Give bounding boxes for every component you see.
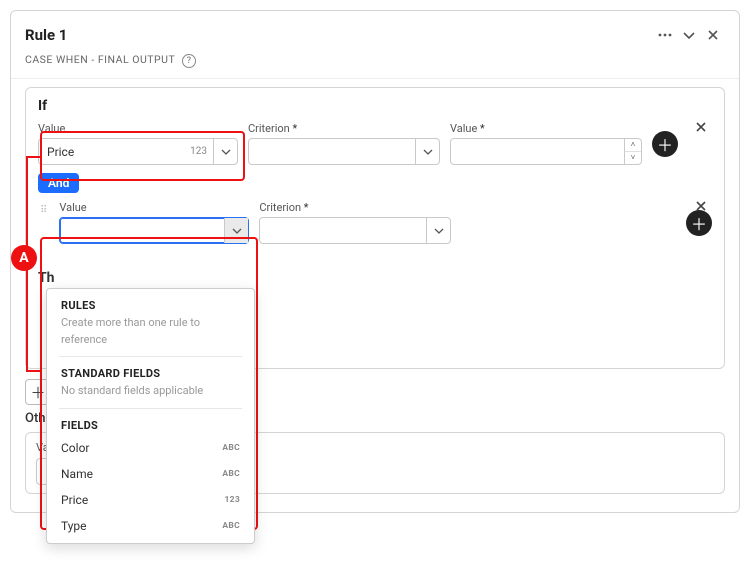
card-header: Rule 1: [11, 11, 739, 49]
value-dropdown[interactable]: Price 123: [38, 138, 238, 165]
rule-title: Rule 1: [25, 26, 67, 44]
condition-row: Value Price 123 Criterion Value: [38, 122, 712, 165]
dropdown-item[interactable]: Price123: [47, 487, 254, 513]
then-label: Th: [38, 270, 712, 286]
dropdown-hint: No standard fields applicable: [47, 383, 254, 408]
dropdown-section-fields: FIELDS: [47, 411, 254, 435]
dropdown-section-standard: STANDARD FIELDS: [47, 359, 254, 383]
collapse-button[interactable]: [677, 23, 701, 47]
value2-label: Value: [450, 122, 642, 135]
and-operator-button[interactable]: And: [38, 173, 79, 193]
criterion-dropdown[interactable]: [248, 138, 440, 165]
condition-row: ⠿ Value Criterion ＋: [38, 201, 712, 244]
criterion-label: Criterion: [248, 122, 440, 135]
close-button[interactable]: [701, 23, 725, 47]
remove-condition-button[interactable]: [694, 199, 712, 217]
chevron-down-icon[interactable]: [426, 218, 450, 243]
criterion-dropdown[interactable]: [259, 217, 451, 244]
chevron-down-icon[interactable]: [224, 218, 248, 243]
dropdown-section-rules: RULES: [47, 291, 254, 315]
if-section-title: If: [38, 98, 712, 114]
step-down-icon[interactable]: ˅: [625, 152, 641, 164]
criterion-label: Criterion: [259, 201, 451, 214]
step-up-icon[interactable]: ˄: [625, 139, 641, 152]
add-condition-button[interactable]: ＋: [652, 131, 678, 157]
value-number-input[interactable]: ˄ ˅: [450, 138, 642, 165]
remove-condition-button[interactable]: [694, 120, 712, 138]
type-badge: 123: [184, 139, 213, 164]
value-label: Value: [38, 122, 238, 135]
dropdown-item[interactable]: ColorABC: [47, 435, 254, 461]
value-dropdown-panel: RULES Create more than one rule to refer…: [46, 288, 255, 544]
value-dropdown[interactable]: [59, 217, 249, 244]
annotation-badge: A: [11, 245, 37, 271]
dropdown-item[interactable]: NameABC: [47, 461, 254, 487]
chevron-down-icon[interactable]: [415, 139, 439, 164]
drag-handle-icon[interactable]: ⠿: [38, 207, 49, 215]
value-label: Value: [59, 201, 249, 214]
help-icon[interactable]: ?: [182, 54, 196, 68]
chevron-down-icon[interactable]: [213, 139, 237, 164]
more-button[interactable]: [653, 23, 677, 47]
dropdown-hint: Create more than one rule to reference: [47, 315, 254, 356]
rule-subtitle: CASE WHEN - FINAL OUTPUT ?: [11, 49, 739, 78]
dropdown-item[interactable]: TypeABC: [47, 513, 254, 539]
